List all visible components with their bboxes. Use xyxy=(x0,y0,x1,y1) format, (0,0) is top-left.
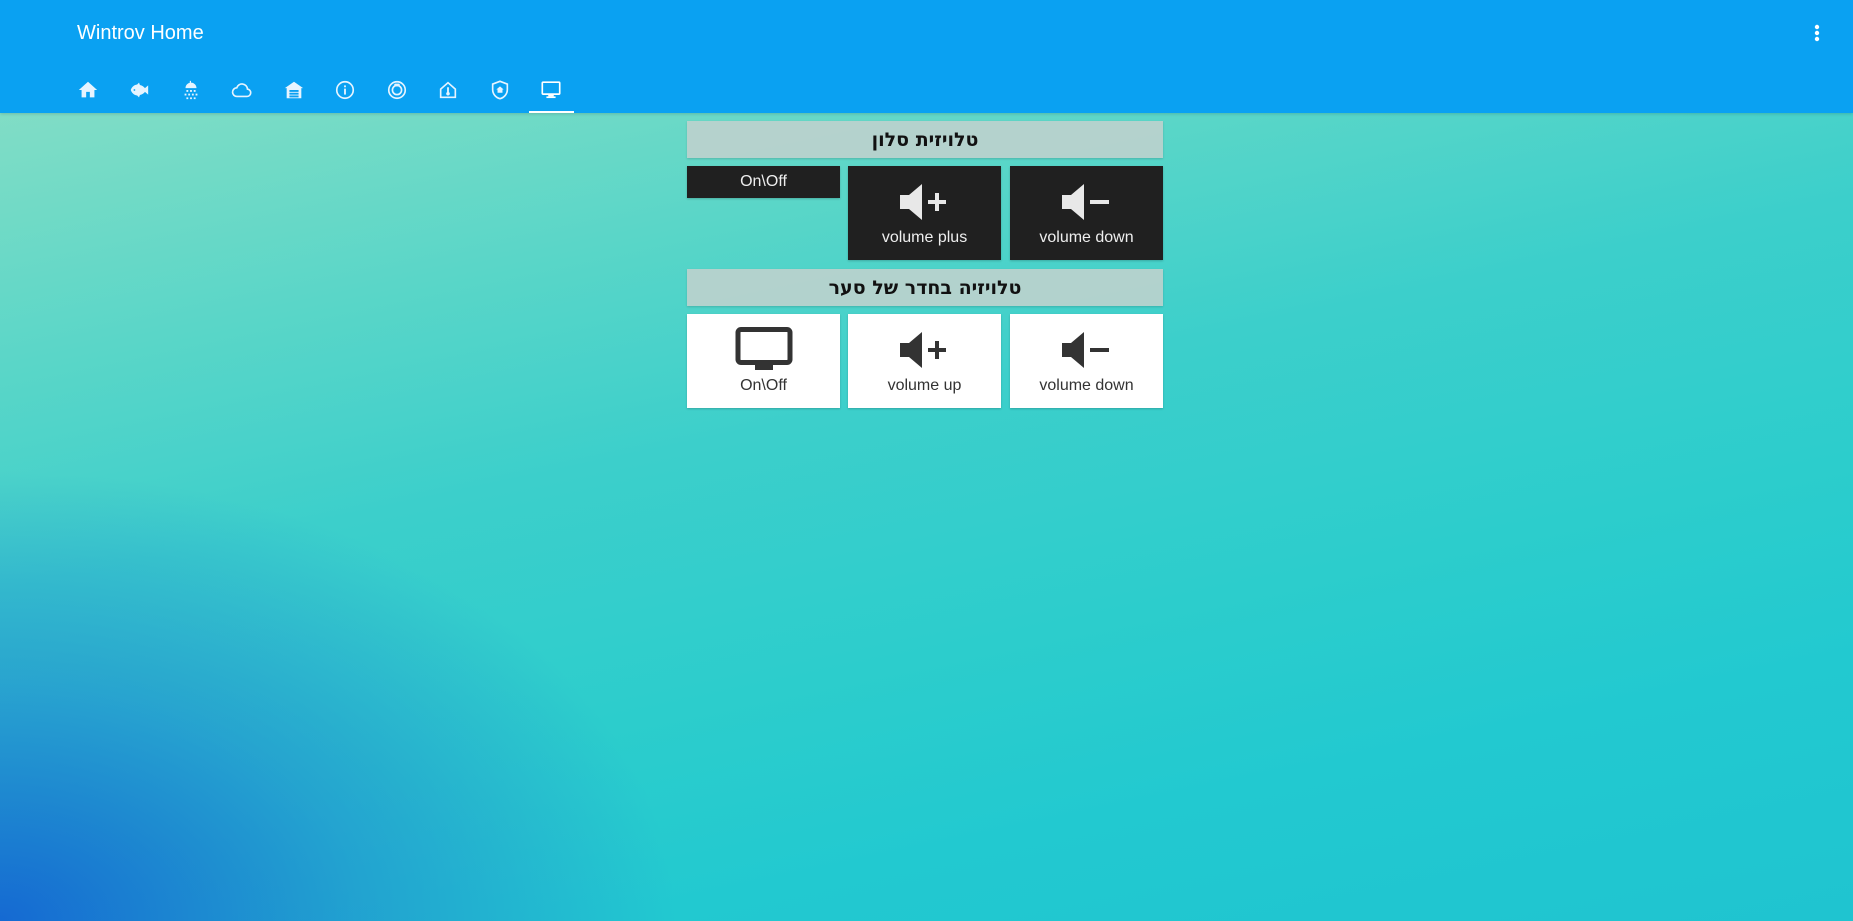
on-off-button[interactable]: On\Off xyxy=(687,166,840,198)
volume-plus-button[interactable]: volume plus xyxy=(848,166,1001,260)
volume-plus-icon xyxy=(899,184,946,220)
fish-icon xyxy=(131,82,149,97)
monitor-icon xyxy=(541,80,561,98)
cloud-icon xyxy=(231,82,252,97)
view-tabs xyxy=(62,66,577,113)
tile-row: On\Off volume up volume down xyxy=(687,314,1163,409)
group-title: טלויזית סלון xyxy=(687,121,1163,158)
living-room-tv-group: טלויזית סלון On\Off volume plus volume d… xyxy=(687,121,1163,261)
tile-label: volume plus xyxy=(881,229,968,246)
tab-shower[interactable] xyxy=(165,66,217,113)
saar-room-tv-group: טלויזיה בחדר של סער On\Off volume up vol… xyxy=(687,269,1163,409)
volume-plus-icon xyxy=(899,332,946,368)
tab-security[interactable] xyxy=(474,66,526,113)
volume-down-button[interactable]: volume down xyxy=(1010,314,1163,408)
overflow-menu-button[interactable] xyxy=(1805,20,1829,46)
monitor-icon xyxy=(735,327,792,370)
robot-vacuum-icon xyxy=(387,80,406,99)
tile-label: On\Off xyxy=(740,377,787,394)
app-header: Wintrov Home xyxy=(0,0,1853,113)
group-title: טלויזיה בחדר של סער xyxy=(687,269,1163,306)
tab-garage[interactable] xyxy=(268,66,320,113)
app-title: Wintrov Home xyxy=(77,22,204,44)
information-icon xyxy=(336,80,355,99)
shield-home-icon xyxy=(491,79,508,100)
dots-vertical-icon xyxy=(1814,24,1820,42)
on-off-button[interactable]: On\Off xyxy=(687,314,840,408)
volume-down-button[interactable]: volume down xyxy=(1010,166,1163,260)
tile-label: On\Off xyxy=(740,173,787,190)
tab-weather[interactable] xyxy=(217,66,269,113)
tile-label: volume down xyxy=(1039,377,1134,394)
home-icon xyxy=(78,81,97,97)
volume-minus-icon xyxy=(1061,332,1109,368)
volume-minus-icon xyxy=(1061,184,1109,220)
tab-info[interactable] xyxy=(320,66,372,113)
tab-vacuum[interactable] xyxy=(371,66,423,113)
home-thermometer-icon xyxy=(440,81,457,98)
tab-fish[interactable] xyxy=(114,66,166,113)
tile-row: On\Off volume plus volume down xyxy=(687,166,1163,261)
home-garage-icon xyxy=(284,81,303,98)
tile-label: volume down xyxy=(1039,229,1134,246)
tab-home[interactable] xyxy=(62,66,114,113)
tab-climate[interactable] xyxy=(423,66,475,113)
shower-icon xyxy=(184,80,198,99)
tile-label: volume up xyxy=(887,377,962,394)
tab-tv[interactable] xyxy=(526,66,578,113)
volume-up-button[interactable]: volume up xyxy=(848,314,1001,408)
